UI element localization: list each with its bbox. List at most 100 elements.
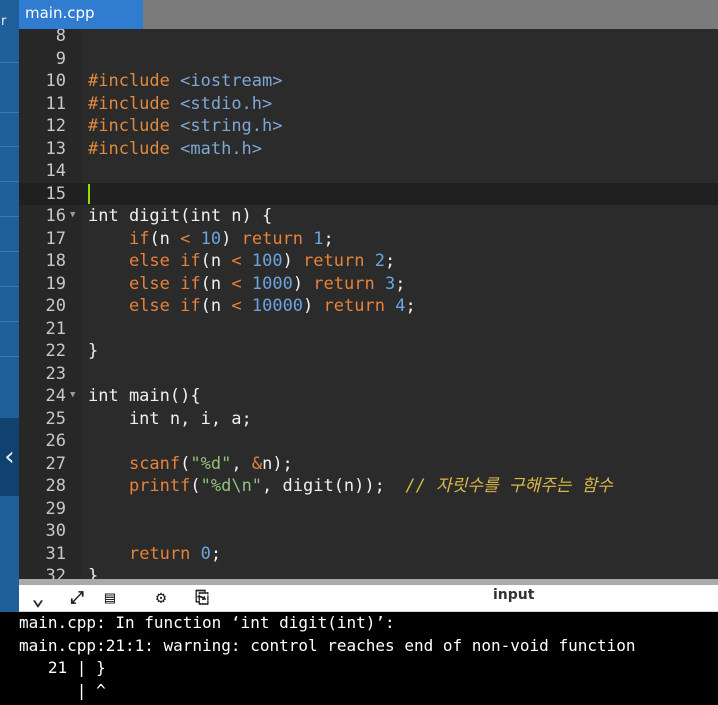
code-token: <	[180, 228, 191, 249]
expand-icon[interactable]: ⤢	[66, 588, 88, 608]
code-line[interactable]: 25 int n, i, a;	[19, 408, 718, 431]
code-token: #include	[88, 138, 170, 159]
line-number: 23	[45, 363, 66, 384]
text-cursor	[88, 183, 90, 204]
left-sidebar: r ‹	[0, 0, 19, 705]
code-token: ;	[384, 251, 396, 271]
collapse-panel-icon[interactable]: ⌄	[27, 586, 49, 611]
code-token: <	[231, 273, 242, 294]
code-line[interactable]: 20 else if(n < 10000) return 4;	[19, 295, 718, 318]
code-token: (	[190, 476, 201, 496]
code-token: if	[180, 296, 201, 316]
code-token: if	[128, 228, 150, 249]
code-token: 100	[251, 251, 283, 271]
code-token: "%d"	[190, 453, 232, 474]
code-line[interactable]: 16 ▼ int digit(int n) {	[19, 205, 718, 228]
console-toolbar: ⌄ ⤢ ▤ ⚙ ⎘ input	[19, 585, 718, 612]
code-token: <string.h>	[180, 116, 283, 136]
console-line: main.cpp: In function ‘int digit(int)’:	[19, 613, 395, 632]
code-editor[interactable]: 8 9 10 #include <iostream> 11 #include <stdio…	[19, 29, 718, 579]
code-token: <	[231, 251, 242, 271]
code-text: else if(n < 100) return 2;	[88, 250, 395, 272]
code-token: "%d\n"	[200, 476, 263, 496]
sidebar-bottom	[0, 612, 19, 705]
code-line[interactable]: 30	[19, 520, 718, 543]
tab-main-cpp[interactable]: main.cpp	[19, 0, 143, 29]
line-number: 17	[45, 228, 66, 249]
code-text: }	[88, 340, 98, 362]
console-line: | ^	[19, 680, 106, 700]
fold-arrow-icon[interactable]: ▼	[70, 390, 75, 400]
code-text: int n, i, a;	[88, 408, 252, 430]
code-token: &	[251, 453, 263, 474]
code-line[interactable]: 22}	[19, 340, 718, 363]
code-token: ;	[210, 543, 222, 564]
code-token: 3	[384, 273, 396, 294]
line-number: 29	[45, 498, 66, 519]
code-token: (n	[200, 273, 232, 294]
gear-icon[interactable]: ⚙	[150, 588, 172, 608]
clear-console-icon[interactable]: ⎘	[191, 588, 213, 608]
sidebar-divider	[0, 146, 19, 147]
layout-icon[interactable]: ▤	[99, 588, 121, 608]
code-line[interactable]: 9	[19, 48, 718, 71]
code-line[interactable]: 29	[19, 498, 718, 521]
code-line[interactable]: 13 #include <math.h>	[19, 138, 718, 161]
code-line[interactable]: 12 #include <string.h>	[19, 115, 718, 138]
sidebar-label: r	[1, 14, 7, 29]
code-line[interactable]: 32}	[19, 565, 718, 579]
code-token: <iostream>	[180, 71, 283, 91]
line-number: 21	[45, 318, 66, 339]
code-token: 10	[200, 228, 222, 249]
code-line[interactable]: 11 #include <stdio.h>	[19, 93, 718, 116]
line-number: 11	[45, 93, 66, 114]
line-number: 15	[45, 183, 66, 204]
line-number: 16	[45, 206, 66, 226]
code-line[interactable]: 26	[19, 430, 718, 453]
code-token: #include	[88, 116, 170, 136]
code-token: return	[323, 296, 385, 316]
code-token: return	[313, 273, 375, 294]
input-tab[interactable]: input	[493, 587, 534, 603]
code-token: 1	[313, 228, 324, 249]
code-line[interactable]: 21	[19, 318, 718, 341]
code-text: #include <iostream>	[88, 70, 283, 92]
code-line[interactable]: 24 ▼ int main(){	[19, 385, 718, 408]
code-line[interactable]: 14	[19, 160, 718, 183]
code-token: if	[180, 251, 201, 271]
line-number: 22	[45, 341, 66, 361]
code-text: #include <stdio.h>	[88, 93, 272, 115]
code-line[interactable]: 28 printf("%d\n", digit(n)); // 자릿수를 구해주…	[19, 475, 718, 498]
fold-arrow-icon[interactable]: ▼	[70, 210, 75, 220]
code-token: return	[128, 543, 191, 564]
code-line[interactable]: 23	[19, 363, 718, 386]
code-token: // 자릿수를 구해주는 함수	[405, 476, 613, 496]
code-token: )	[221, 228, 242, 249]
code-line[interactable]: 8	[19, 29, 718, 48]
code-line[interactable]: 19 else if(n < 1000) return 3;	[19, 273, 718, 296]
code-line[interactable]: 17 if(n < 10) return 1;	[19, 228, 718, 251]
code-token: int main(){	[88, 386, 201, 406]
code-line[interactable]: 18 else if(n < 100) return 2;	[19, 250, 718, 273]
code-line[interactable]: 10 #include <iostream>	[19, 70, 718, 93]
sidebar-divider	[0, 62, 19, 63]
code-line[interactable]: 15	[19, 182, 718, 205]
code-token: ;	[395, 273, 406, 294]
code-token: else	[128, 251, 170, 271]
chevron-left-icon: ‹	[4, 442, 15, 472]
code-line[interactable]: 31 return 0;	[19, 543, 718, 566]
code-token: 2	[374, 251, 385, 271]
collapse-sidebar-button[interactable]: ‹	[0, 418, 19, 496]
code-line[interactable]: 27 scanf("%d", &n);	[19, 453, 718, 476]
code-token: else	[128, 296, 170, 316]
